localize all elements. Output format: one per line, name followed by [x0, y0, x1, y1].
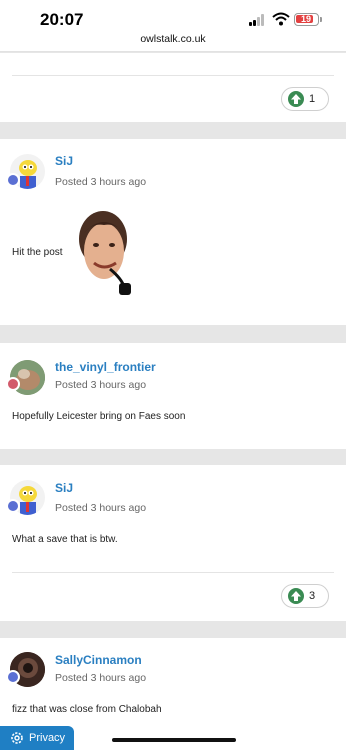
post-author[interactable]: SallyCinnamon: [55, 653, 142, 667]
post-body: What a save that is btw.: [12, 534, 118, 545]
battery-icon: 19: [294, 13, 319, 26]
address-bar-url[interactable]: owlstalk.co.uk: [0, 33, 346, 45]
battery-level: 19: [300, 14, 311, 24]
rank-badge-icon: [6, 377, 20, 391]
signal-icon: [249, 14, 267, 26]
arrow-up-icon: [288, 588, 304, 604]
divider: [12, 572, 334, 573]
post-timestamp[interactable]: Posted 3 hours ago: [55, 502, 146, 514]
arrow-up-icon: [288, 91, 304, 107]
rank-badge-icon: [6, 499, 20, 513]
clock: 20:07: [40, 10, 84, 29]
rank-badge-icon: [6, 670, 20, 684]
post-author[interactable]: SiJ: [55, 154, 73, 168]
status-bar: 20:07 19 owlstalk.co.uk: [0, 0, 346, 52]
post-card: the_vinyl_frontier Posted 3 hours ago Ho…: [0, 343, 346, 449]
divider: [12, 75, 334, 76]
previous-post-footer: 1: [0, 53, 346, 122]
home-indicator[interactable]: [112, 738, 236, 742]
wifi-icon: [272, 12, 290, 26]
gear-icon: [11, 732, 23, 744]
privacy-label: Privacy: [29, 732, 66, 744]
pipe-smoker-image: [79, 211, 131, 295]
post-author[interactable]: SiJ: [55, 481, 73, 495]
post-body: Hopefully Leicester bring on Faes soon: [12, 411, 186, 422]
upvote-button[interactable]: 3: [281, 584, 329, 608]
upvote-count: 1: [309, 93, 316, 105]
post-timestamp[interactable]: Posted 3 hours ago: [55, 379, 146, 391]
upvote-button[interactable]: 1: [281, 87, 329, 111]
post-timestamp[interactable]: Posted 3 hours ago: [55, 672, 146, 684]
post-body: fizz that was close from Chalobah: [12, 704, 162, 715]
post-timestamp[interactable]: Posted 3 hours ago: [55, 176, 146, 188]
post-card: SiJ Posted 3 hours ago Hit the post: [0, 139, 346, 325]
post-card: SiJ Posted 3 hours ago What a save that …: [0, 465, 346, 621]
post-body: Hit the post: [12, 247, 63, 258]
upvote-count: 3: [309, 590, 316, 602]
rank-badge-icon: [6, 173, 20, 187]
post-author[interactable]: the_vinyl_frontier: [55, 360, 156, 374]
privacy-button[interactable]: Privacy: [0, 726, 74, 750]
